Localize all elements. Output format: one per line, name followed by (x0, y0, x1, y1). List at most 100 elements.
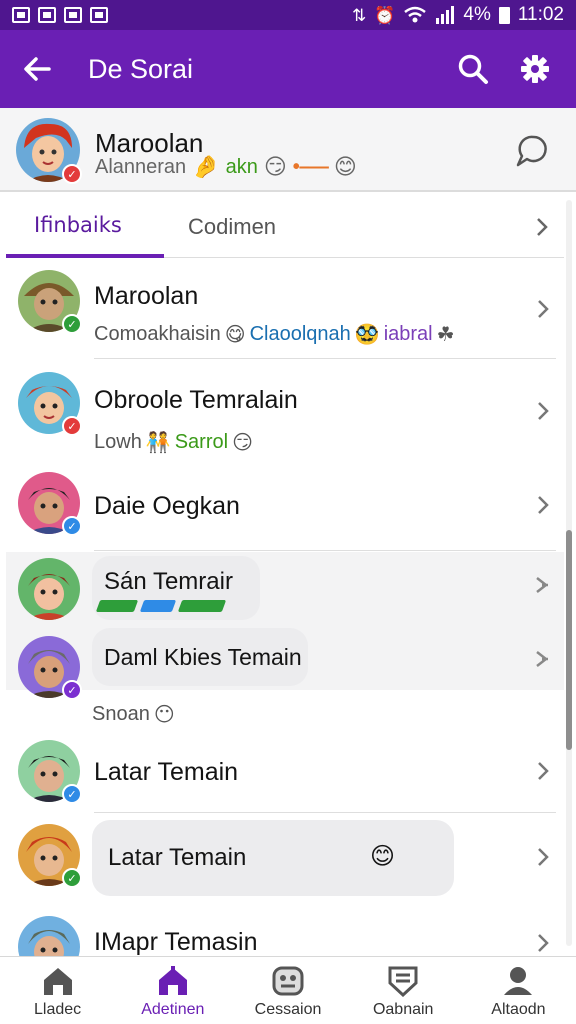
list-item[interactable]: ✓ Latar Temain 😊 (6, 816, 564, 908)
nav-messages[interactable]: Oabnain (346, 957, 461, 1024)
notification-icon (38, 7, 56, 23)
divider (94, 358, 556, 359)
vibrate-icon: ⇅ (351, 5, 367, 25)
search-button[interactable] (452, 48, 494, 90)
status-badge: ✓ (62, 164, 82, 184)
contact-subtitle-extra: iabral (383, 323, 433, 345)
nav-label: Lladec (34, 1001, 82, 1018)
settings-button[interactable] (514, 48, 556, 90)
list-item[interactable]: Sán Temrair (6, 554, 564, 628)
divider (94, 812, 556, 813)
list-item[interactable]: ✓ Maroolan Comoakhaisin 😋 Claoolqnah 🥸 i… (6, 258, 564, 366)
status-badge: ✓ (62, 680, 82, 700)
contact-name: Obroole Temralain (94, 386, 298, 414)
contact-list: ✓ Maroolan Comoakhaisin 😋 Claoolqnah 🥸 i… (6, 258, 564, 956)
nav-label: Adetinen (141, 1001, 205, 1018)
back-button[interactable] (0, 30, 74, 108)
contact-name: Maroolan (94, 282, 199, 310)
contact-subtitle-text: Lowh (94, 431, 142, 453)
people-emoji-icon: 🧑‍🤝‍🧑 (145, 432, 171, 454)
avatar: ✓ (18, 372, 82, 436)
contact-name: Latar Temain (108, 844, 247, 871)
contact-name: Latar Temain (94, 758, 239, 786)
expand-icon (534, 574, 550, 601)
chevron-right-icon (536, 846, 550, 873)
leaf-emoji-icon: ☘ (436, 324, 455, 346)
battery-percent: 4% (463, 4, 491, 25)
chat-bubble-icon (516, 135, 547, 167)
nav-friends[interactable]: Adetinen (115, 957, 230, 1024)
nav-label: Altaodn (491, 1001, 546, 1018)
profile-status-text: Alanneran (95, 155, 187, 178)
chevron-right-icon (536, 760, 550, 787)
contact-subtitle-accent: Claoolqnah (249, 323, 351, 345)
list-item[interactable]: ✓ Latar Temain (6, 734, 564, 816)
bottom-nav: Lladec Adetinen Cessaion Oabnain Altaodn (0, 956, 576, 1024)
contact-subtitle: Lowh 🧑‍🤝‍🧑 Sarrol 😏 (94, 430, 253, 455)
avatar: ✓ (18, 472, 82, 536)
home-active-icon (158, 966, 187, 995)
chevron-right-icon (536, 400, 550, 427)
divider (94, 550, 556, 551)
mask-emoji-icon: 🥸 (354, 324, 380, 346)
tab-bar: Ifinbaiks Codimen (6, 196, 564, 258)
list-item[interactable]: ✓ Obroole Temralain Lowh 🧑‍🤝‍🧑 Sarrol 😏 (6, 366, 564, 470)
battery-icon (498, 6, 510, 24)
online-badge: ✓ (62, 868, 82, 888)
contact-subtitle: Snoan 😶 (92, 702, 175, 727)
avatar (18, 916, 80, 956)
chevron-right-icon (536, 298, 550, 325)
online-badge: ✓ (62, 314, 82, 334)
tab-scroll-button[interactable] (520, 196, 564, 258)
nav-home[interactable]: Lladec (0, 957, 115, 1024)
scrollbar-thumb[interactable] (566, 530, 572, 750)
home-icon (43, 968, 72, 995)
smile-emoji-icon: 😊 (370, 843, 396, 870)
contact-subtitle-accent: Sarrol (174, 431, 229, 453)
app-bar: De Sorai (0, 30, 576, 108)
verified-badge: ✓ (62, 516, 82, 536)
avatar: ✓ (18, 636, 82, 700)
nav-sessions[interactable]: Cessaion (230, 957, 345, 1024)
avatar: ✓ (18, 270, 82, 334)
contact-name: Daml Kbies Temain (104, 644, 302, 670)
contact-name: Sán Temrair (104, 568, 233, 595)
avatar: ✓ (18, 740, 82, 804)
tab-codimen[interactable]: Codimen (164, 196, 276, 258)
notification-icon (12, 7, 30, 23)
notification-icon (90, 7, 108, 23)
smirk-emoji-icon: 😏 (232, 432, 253, 454)
contact-subtitle-text: Comoakhaisin (94, 323, 221, 345)
avatar: ✓ (18, 824, 82, 888)
shield-list-icon (388, 966, 418, 997)
back-arrow-icon (24, 57, 51, 81)
clock: 11:02 (517, 4, 564, 25)
sad-emoji-icon: 😶 (153, 704, 175, 726)
tab-friends[interactable]: Ifinbaiks (6, 196, 164, 258)
alarm-icon: ⏰ (374, 5, 396, 25)
contact-name: IMapr Temasin (94, 928, 258, 956)
list-item[interactable]: ✓ Daml Kbies Temain Snoan 😶 (6, 628, 564, 732)
nav-profile[interactable]: Altaodn (461, 957, 576, 1024)
chevron-right-icon (536, 494, 550, 521)
profile-header[interactable]: ✓ Maroolan Alanneran 🤌 akn 😏 •–— 😊 (0, 108, 576, 192)
smile-emoji-icon: 😊 (333, 154, 357, 179)
game-icon (272, 966, 304, 996)
list-item[interactable]: ✓ Daie Oegkan (6, 470, 564, 556)
arrow-dash-icon: •–— (292, 155, 329, 178)
nav-label: Oabnain (372, 1001, 434, 1018)
contact-name: Daie Oegkan (94, 492, 240, 520)
notification-icons (12, 7, 108, 23)
list-item[interactable]: IMapr Temasin (6, 908, 564, 956)
smirk-emoji-icon: 😏 (263, 154, 287, 179)
chat-button[interactable] (510, 130, 552, 172)
profile-status-accent: akn (225, 155, 258, 178)
contact-subtitle: Comoakhaisin 😋 Claoolqnah 🥸 iabral ☘ (94, 322, 455, 347)
search-icon (458, 54, 488, 84)
expand-icon (534, 648, 550, 675)
chevron-right-icon (536, 932, 550, 956)
avatar[interactable]: ✓ (16, 118, 82, 184)
hand-emoji-icon: 🤌 (192, 154, 220, 179)
user-icon (504, 967, 533, 995)
page-title: De Sorai (88, 53, 194, 84)
